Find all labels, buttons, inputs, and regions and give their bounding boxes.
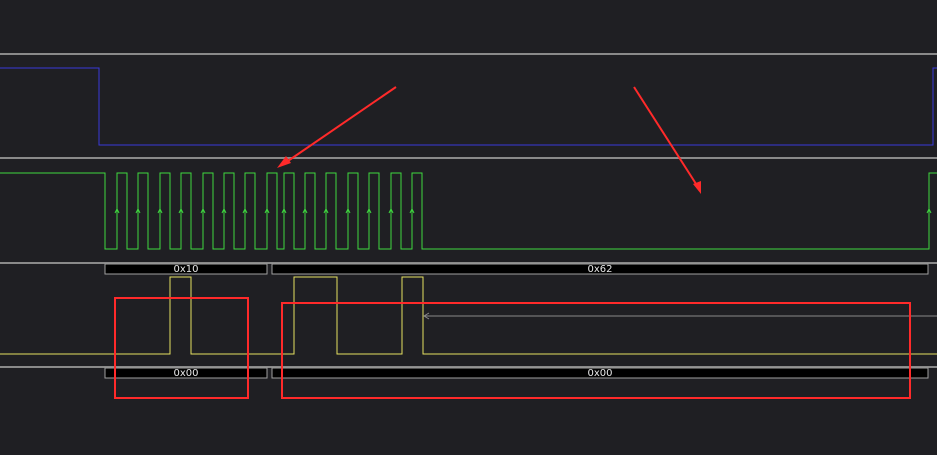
decode-row-2: 0x00 0x00 — [104, 367, 929, 379]
channel-separators — [0, 53, 937, 368]
decode-frame-1a[interactable]: 0x10 — [104, 263, 268, 275]
decode-frame-2b-label: 0x00 — [587, 368, 612, 379]
channel-0-waveform[interactable] — [0, 67, 937, 146]
waveform-canvas[interactable]: 0x10 0x62 0x00 0x00 — [0, 0, 937, 455]
decode-frame-2a[interactable]: 0x00 — [104, 367, 268, 379]
annotation-box-right — [281, 302, 911, 399]
clock-edge-markers — [114, 207, 932, 214]
annotation-arrow-right — [633, 86, 701, 194]
decode-frame-1a-label: 0x10 — [173, 264, 198, 275]
annotation-arrow-left — [277, 86, 397, 168]
logic-analyzer-view: 0x10 0x62 0x00 0x00 — [0, 0, 937, 455]
decode-row-1: 0x10 0x62 — [104, 263, 929, 275]
channel-1-waveform[interactable] — [0, 172, 937, 250]
timing-marker[interactable] — [423, 312, 937, 320]
decode-frame-2a-label: 0x00 — [173, 368, 198, 379]
annotation-box-left — [114, 297, 249, 399]
decode-frame-1b[interactable]: 0x62 — [271, 263, 929, 275]
decode-frame-1b-label: 0x62 — [587, 264, 612, 275]
decode-frame-2b[interactable]: 0x00 — [271, 367, 929, 379]
